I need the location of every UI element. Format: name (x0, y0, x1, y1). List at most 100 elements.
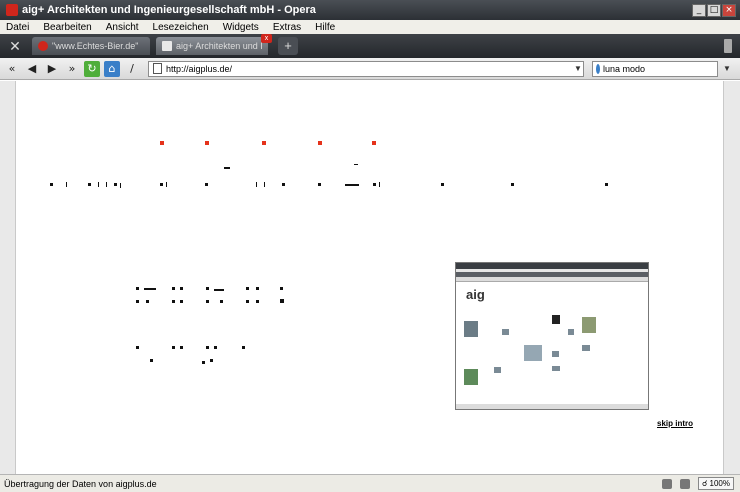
back-icon[interactable]: ◀ (24, 61, 40, 77)
new-tab-button[interactable]: + (278, 37, 298, 55)
content-mark (150, 359, 153, 362)
status-text: Übertragung der Daten von aigplus.de (4, 478, 157, 489)
tab-favicon-icon (162, 41, 172, 51)
red-dot (160, 141, 164, 145)
reload-icon[interactable]: ↻ (84, 60, 100, 77)
title-bar: aig+ Architekten und Ingenieurgesellscha… (0, 0, 740, 20)
nav-mark (114, 183, 117, 186)
menu-hilfe[interactable]: Hilfe (315, 22, 335, 33)
content-mark (206, 346, 209, 349)
preview-addressbar (456, 277, 648, 282)
zoom-control[interactable]: ☌ 100% (697, 477, 734, 490)
content-mark (214, 289, 224, 291)
window-title: aig+ Architekten und Ingenieurgesellscha… (22, 4, 316, 16)
page-icon (153, 63, 162, 74)
tab-label: aig+ Architekten und Ing... (176, 41, 262, 51)
menu-bar: Datei Bearbeiten Ansicht Lesezeichen Wid… (0, 20, 740, 34)
home-icon[interactable]: ⌂ (104, 60, 120, 77)
content-mark (136, 300, 139, 303)
content-mark (242, 346, 245, 349)
close-tabs-icon[interactable]: ✕ (4, 36, 26, 56)
nav-mark (205, 183, 208, 186)
tab-close-icon[interactable]: x (261, 34, 272, 43)
navigation-bar: « ◀ ▶ » ↻ ⌂ / ▼ ▼ (0, 58, 740, 80)
nav-mark (264, 182, 265, 187)
opera-icon (6, 4, 18, 16)
menu-lesezeichen[interactable]: Lesezeichen (153, 22, 209, 33)
content-mark (172, 287, 175, 290)
zoom-level: 100% (709, 479, 730, 488)
skip-intro-link[interactable]: skip intro (657, 419, 693, 428)
maximize-button[interactable]: □ (707, 3, 721, 17)
content-mark (210, 359, 213, 362)
content-mark (256, 287, 259, 290)
vertical-scrollbar[interactable] (723, 81, 740, 474)
content-mark (214, 346, 217, 349)
menu-extras[interactable]: Extras (273, 22, 301, 33)
fast-forward-icon[interactable]: » (64, 61, 80, 77)
preview-photo (582, 317, 596, 333)
content-mark (172, 300, 175, 303)
content-mark (246, 287, 249, 290)
nav-mark (66, 182, 67, 187)
tab-aigplus[interactable]: aig+ Architekten und Ing... x (156, 34, 272, 55)
tab-menu-icon[interactable] (724, 39, 732, 53)
nav-mark (282, 183, 285, 186)
menu-datei[interactable]: Datei (6, 22, 29, 33)
content-mark (144, 288, 156, 290)
status-bar: Übertragung der Daten von aigplus.de ☌ 1… (0, 474, 740, 492)
menu-ansicht[interactable]: Ansicht (106, 22, 139, 33)
tab-echtes-bier[interactable]: "www.Echtes-Bier.de" (32, 37, 150, 55)
nav-mark (120, 183, 121, 188)
red-dot (372, 141, 376, 145)
rewind-icon[interactable]: « (4, 61, 20, 77)
content-mark (180, 346, 183, 349)
preview-photo (464, 321, 478, 337)
nav-mark (441, 183, 444, 186)
zoom-icon: ☌ (701, 479, 710, 488)
nav-mark (379, 182, 380, 187)
content-mark (220, 300, 223, 303)
forward-icon[interactable]: ▶ (44, 61, 60, 77)
red-dot (262, 141, 266, 145)
nav-mark (50, 183, 53, 186)
preview-photo (552, 351, 559, 357)
minimize-button[interactable]: _ (692, 3, 706, 17)
nav-mark (98, 182, 99, 187)
nav-mark (345, 184, 359, 186)
content-mark (180, 287, 183, 290)
preview-photo (582, 345, 590, 351)
site-preview-image: aig (455, 262, 649, 410)
nav-mark (256, 182, 257, 187)
chevron-down-icon[interactable]: ▼ (573, 62, 583, 76)
preview-photo (568, 329, 574, 335)
preview-logo: aig (466, 287, 485, 302)
turbo-icon[interactable] (661, 478, 672, 489)
view-icon[interactable] (679, 478, 690, 489)
nav-mark (160, 183, 163, 186)
content-mark (136, 287, 139, 290)
tab-bar: ✕ "www.Echtes-Bier.de" aig+ Architekten … (0, 34, 740, 58)
search-box[interactable]: ▼ (592, 60, 731, 77)
search-input[interactable] (603, 61, 720, 76)
menu-widgets[interactable]: Widgets (223, 22, 259, 33)
nav-mark (605, 183, 608, 186)
close-button[interactable]: × (722, 3, 736, 17)
dash (224, 167, 230, 169)
nav-mark (88, 183, 91, 186)
preview-photo (524, 345, 542, 361)
edit-icon[interactable]: / (124, 61, 140, 77)
preview-statusbar (456, 404, 648, 409)
menu-bearbeiten[interactable]: Bearbeiten (43, 22, 91, 33)
content-mark (206, 300, 209, 303)
content-mark (136, 346, 139, 349)
url-input[interactable] (166, 61, 569, 76)
preview-photo (502, 329, 509, 335)
preview-photo (464, 369, 478, 385)
chevron-down-icon[interactable]: ▼ (723, 62, 731, 76)
tab-label: "www.Echtes-Bier.de" (52, 41, 139, 51)
red-dot (318, 141, 322, 145)
content-mark (172, 346, 175, 349)
address-bar[interactable]: ▼ (148, 60, 584, 77)
tab-favicon-icon (38, 41, 48, 51)
